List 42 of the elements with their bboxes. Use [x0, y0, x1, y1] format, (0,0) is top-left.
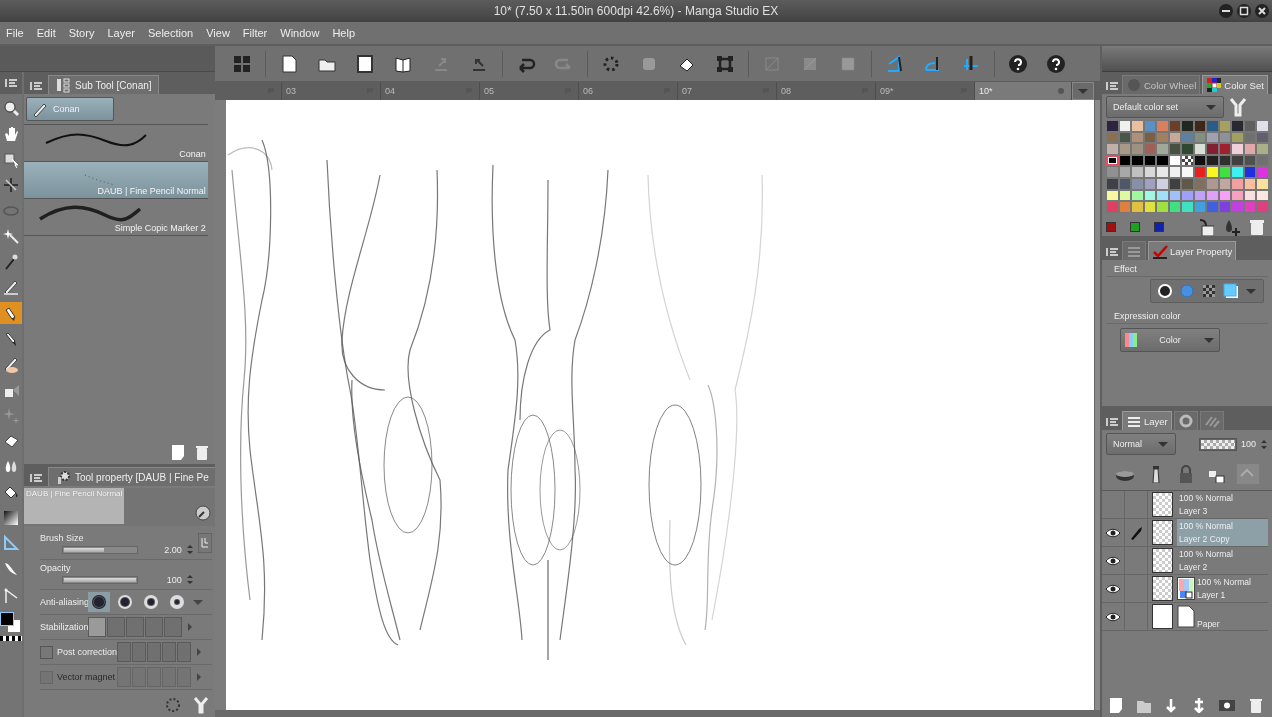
property-label: Brush Size [40, 533, 85, 543]
panel-tab[interactable]: Layer [1122, 411, 1172, 430]
menu-item[interactable]: Help [332, 27, 356, 39]
panel-tab[interactable]: Sub Tool [Conan] [48, 75, 159, 94]
layer-name: Paper [1197, 619, 1221, 629]
layer-name: Layer 3 [1179, 506, 1209, 516]
menu-item[interactable]: Story [68, 27, 95, 39]
menu-item[interactable]: View [206, 27, 230, 39]
layer-name: Layer 2 [1179, 562, 1209, 572]
layer-blend-text: 100 % Normal [1179, 521, 1234, 531]
layer-row[interactable]: 100 % Normal Layer 1 [1102, 575, 1268, 603]
color-set-dropdown[interactable]: Default color set [1106, 96, 1224, 118]
panel-tab[interactable]: Color Wheel [1122, 75, 1201, 94]
layer-row[interactable]: Paper [1102, 603, 1268, 631]
layer-blend-text: 100 % Normal [1197, 577, 1252, 587]
layer-blend-text: 100 % Normal [1179, 493, 1234, 503]
layer-name: Layer 2 Copy [1179, 534, 1231, 544]
menu-item[interactable]: Filter [242, 27, 268, 39]
menu-item[interactable]: Edit [36, 27, 56, 39]
panel-tab[interactable]: Color Set [1202, 75, 1268, 94]
window-title: 10* (7.50 x 11.50in 600dpi 42.6%) - Manga Studio EX [493, 4, 779, 18]
property-value: 100 [166, 575, 182, 585]
section-label: Expression color [1106, 307, 1268, 324]
panel-tab[interactable]: Tool property [DAUB | Fine Pe [48, 467, 215, 486]
layer-blend-text: 100 % Normal [1179, 549, 1234, 559]
menu-item[interactable]: Window [280, 27, 320, 39]
menu-item[interactable]: Layer [107, 27, 135, 39]
property-label: Opacity [40, 563, 72, 573]
document-tab[interactable]: 10* [975, 82, 1072, 100]
layer-name: Layer 1 [1197, 590, 1227, 600]
brush-item[interactable]: DAUB | Fine Pencil Normal [24, 162, 208, 199]
property-value: 2.00 [164, 545, 182, 555]
layer-row[interactable]: 100 % Normal Layer 2 [1102, 547, 1268, 575]
option-label: Vector magnet [57, 672, 113, 682]
menu-item[interactable]: Selection [147, 27, 194, 39]
tool-group-button[interactable]: Conan [26, 97, 114, 121]
section-label: Effect [1106, 260, 1268, 277]
expression-color-dropdown[interactable]: Color [1120, 328, 1220, 352]
panel-tab[interactable]: Layer Property [1148, 241, 1237, 260]
opacity-value: 100 [1240, 439, 1256, 449]
blend-mode-dropdown[interactable]: Normal [1106, 433, 1176, 455]
menu-item[interactable]: File [6, 27, 24, 39]
